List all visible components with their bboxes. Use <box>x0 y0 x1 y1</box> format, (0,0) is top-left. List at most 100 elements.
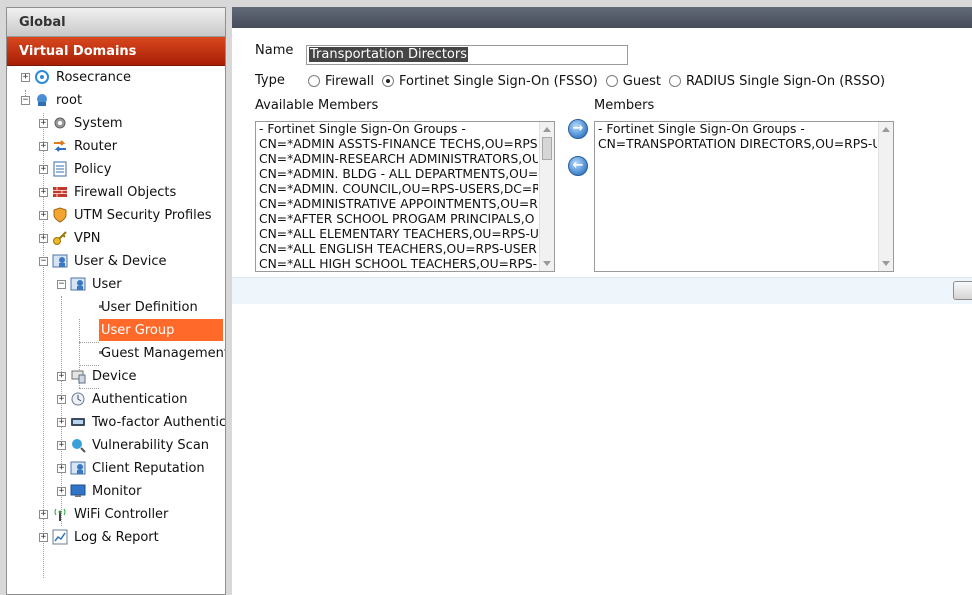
expand-icon[interactable]: + <box>39 510 48 519</box>
collapse-icon[interactable]: − <box>57 280 66 289</box>
global-header[interactable]: Global <box>7 8 225 37</box>
tree-item-monitor[interactable]: + Monitor <box>7 480 225 503</box>
radio-button-icon[interactable] <box>605 75 618 87</box>
type-radio-fsso[interactable]: Fortinet Single Sign-On (FSSO) <box>382 74 598 89</box>
list-item[interactable]: CN=*AFTER SCHOOL PROGAM PRINCIPALS,O <box>256 212 538 227</box>
expand-icon[interactable]: + <box>39 165 48 174</box>
members-list[interactable]: - Fortinet Single Sign-On Groups - CN=TR… <box>594 121 894 272</box>
available-members-scrollbar[interactable] <box>539 122 554 271</box>
list-items: - Fortinet Single Sign-On Groups - CN=*A… <box>256 122 554 271</box>
token-icon <box>71 418 85 426</box>
expand-icon[interactable]: + <box>57 487 66 496</box>
scroll-up-icon[interactable] <box>543 127 551 132</box>
add-member-button[interactable]: → <box>568 119 588 139</box>
list-item[interactable]: CN=*ALL ENGLISH TEACHERS,OU=RPS-USER <box>256 242 538 257</box>
expand-icon[interactable]: + <box>39 142 48 151</box>
collapse-icon[interactable]: − <box>21 96 30 105</box>
name-input[interactable]: Transportation Directors <box>306 45 628 65</box>
tree-item-authentication[interactable]: + Authentication <box>7 388 225 411</box>
radio-button-icon[interactable] <box>308 75 320 87</box>
expand-icon[interactable]: + <box>21 73 30 82</box>
tree-item-label: User & Device <box>74 254 167 269</box>
tree-item-label: Firewall Objects <box>74 185 177 200</box>
tree-item-wifi-controller[interactable]: + WiFi Controller <box>7 503 225 526</box>
router-arrows-icon <box>54 140 66 152</box>
tree-item-firewall-objects[interactable]: + Firewall Objects <box>7 181 225 204</box>
expand-icon[interactable]: + <box>39 533 48 542</box>
footer-button[interactable] <box>953 281 972 300</box>
expand-icon[interactable]: + <box>39 188 48 197</box>
tree-item-policy[interactable]: + Policy <box>7 158 225 181</box>
members-scrollbar[interactable] <box>878 122 893 271</box>
list-item[interactable]: CN=*ADMIN. BLDG - ALL DEPARTMENTS,OU= <box>256 167 538 182</box>
device-icon <box>71 370 86 384</box>
tree-item-label: Router <box>74 139 118 154</box>
list-item[interactable]: CN=*ADMIN. COUNCIL,OU=RPS-USERS,DC=R <box>256 182 538 197</box>
expand-icon[interactable]: + <box>39 119 48 128</box>
tree-item-log-report[interactable]: + Log & Report <box>7 526 225 549</box>
tree-item-client-reputation[interactable]: + Client Reputation <box>7 457 225 480</box>
radio-button-icon[interactable] <box>668 75 681 87</box>
available-members-list[interactable]: - Fortinet Single Sign-On Groups - CN=*A… <box>255 121 555 272</box>
tree-item-label: Two-factor Authentic <box>92 415 226 430</box>
list-item[interactable]: CN=*ADMIN-RESEARCH ADMINISTRATORS,OU <box>256 152 538 167</box>
tree-item-user[interactable]: − User <box>7 273 225 296</box>
tree-item-vpn[interactable]: + VPN <box>7 227 225 250</box>
list-item[interactable]: CN=*ALL ELEMENTARY TEACHERS,OU=RPS-U <box>256 227 538 242</box>
tree-item-two-factor[interactable]: + Two-factor Authentic <box>7 411 225 434</box>
list-items: - Fortinet Single Sign-On Groups - CN=TR… <box>595 122 893 152</box>
virtual-domains-header[interactable]: Virtual Domains <box>7 37 225 66</box>
tree-item-router[interactable]: + Router <box>7 135 225 158</box>
user-icon <box>70 277 86 291</box>
remove-member-button[interactable]: ← <box>568 156 588 176</box>
tree-item-label: Policy <box>74 162 112 177</box>
expand-icon[interactable]: + <box>57 464 66 473</box>
tree-item-user-device[interactable]: − User & Device <box>7 250 225 273</box>
type-radio-rsso[interactable]: RADIUS Single Sign-On (RSSO) <box>668 74 885 89</box>
tree-item-label: User <box>92 277 122 292</box>
main-panel: Name Transportation Directors Type Firew… <box>232 7 972 595</box>
expand-icon[interactable]: + <box>57 372 66 381</box>
tree-item-root[interactable]: − root <box>7 89 225 112</box>
list-item[interactable]: CN=*ADMIN ASSTS-FINANCE TECHS,OU=RPS <box>256 137 538 152</box>
list-item[interactable]: CN=*ALL HIGH SCHOOL TEACHERS,OU=RPS- <box>256 257 538 271</box>
scroll-down-icon[interactable] <box>543 261 551 266</box>
wifi-antenna-icon <box>54 508 66 521</box>
footer-strip <box>232 277 972 304</box>
tree-item-vulnerability-scan[interactable]: + Vulnerability Scan <box>7 434 225 457</box>
tree-item-label: Rosecrance <box>56 70 132 85</box>
tree-item-rosecrance[interactable]: + Rosecrance <box>7 66 225 89</box>
radio-button-selected-icon[interactable] <box>382 75 395 87</box>
expand-icon[interactable]: + <box>39 234 48 243</box>
monitor-icon <box>70 484 86 497</box>
collapse-icon[interactable]: − <box>39 257 48 266</box>
scroll-up-icon[interactable] <box>882 127 890 132</box>
expand-icon[interactable]: + <box>57 395 66 404</box>
expand-icon[interactable]: + <box>39 211 48 220</box>
tree-item-device[interactable]: + Device <box>7 365 225 388</box>
list-item[interactable]: - Fortinet Single Sign-On Groups - <box>256 122 538 137</box>
scroll-thumb[interactable] <box>542 137 552 160</box>
tree-item-utm-security-profiles[interactable]: + UTM Security Profiles <box>7 204 225 227</box>
expand-icon[interactable]: + <box>57 441 66 450</box>
type-radio-guest[interactable]: Guest <box>605 74 661 89</box>
tree-item-label: UTM Security Profiles <box>74 208 212 223</box>
tree-item-user-definition[interactable]: User Definition <box>7 296 225 319</box>
tree-item-system[interactable]: + System <box>7 112 225 135</box>
available-members-label: Available Members <box>255 98 379 113</box>
list-item[interactable]: - Fortinet Single Sign-On Groups - <box>595 122 877 137</box>
chart-icon <box>52 529 68 545</box>
expand-icon[interactable]: + <box>57 418 66 427</box>
type-radio-firewall[interactable]: Firewall <box>308 74 374 89</box>
tree-item-guest-management[interactable]: Guest Management <box>7 342 225 365</box>
app-window: Global Virtual Domains + Rosecrance − ro… <box>0 0 972 595</box>
scroll-down-icon[interactable] <box>882 261 890 266</box>
radio-label: Firewall <box>325 73 375 89</box>
list-item[interactable]: CN=TRANSPORTATION DIRECTORS,OU=RPS-U <box>595 137 877 152</box>
tree-item-user-group[interactable]: User Group <box>7 319 225 342</box>
tree-item-label: Authentication <box>92 392 188 407</box>
tree-item-label: Log & Report <box>74 530 159 545</box>
arrow-right-icon: → <box>572 121 584 136</box>
list-item[interactable]: CN=*ADMINISTRATIVE APPOINTMENTS,OU=R <box>256 197 538 212</box>
gear-icon <box>54 117 66 129</box>
